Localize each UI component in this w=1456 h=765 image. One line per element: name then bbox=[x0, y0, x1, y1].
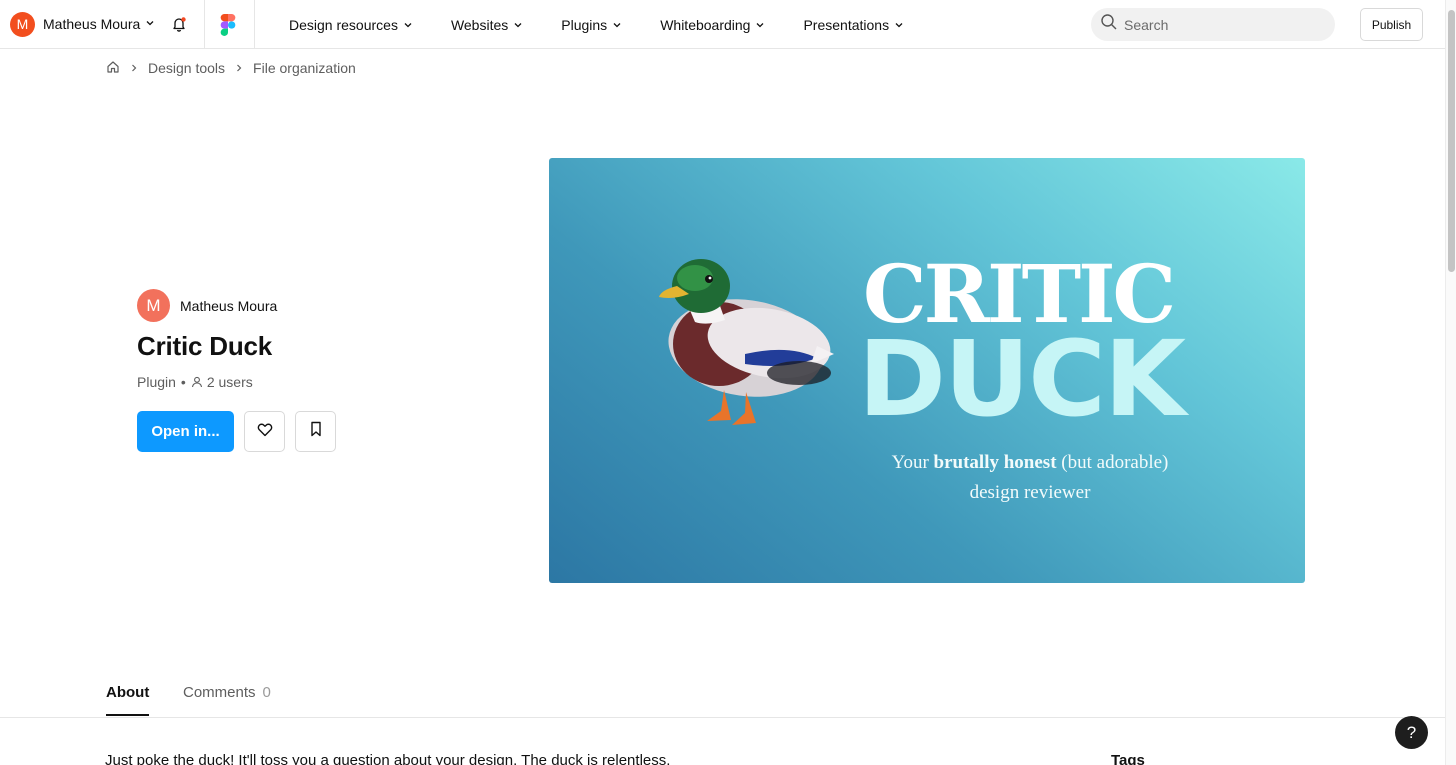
tags-heading: Tags bbox=[1111, 752, 1145, 765]
author-avatar: M bbox=[137, 289, 170, 322]
author-name: Matheus Moura bbox=[180, 297, 278, 314]
heart-icon bbox=[257, 422, 273, 442]
resource-meta: Plugin • 2 users bbox=[137, 374, 253, 390]
chevron-down-icon bbox=[894, 17, 904, 33]
tab-comments[interactable]: Comments 0 bbox=[183, 684, 271, 701]
nav-divider bbox=[254, 0, 255, 49]
account-avatar: M bbox=[10, 11, 35, 37]
nav-plugins[interactable]: Plugins bbox=[561, 17, 622, 33]
hero-cover-image: CRITIC DUCK Your brutally honest (but ad… bbox=[549, 158, 1305, 583]
bell-icon[interactable] bbox=[168, 13, 190, 35]
nav-label: Plugins bbox=[561, 16, 608, 33]
author-link[interactable]: M Matheus Moura bbox=[137, 289, 277, 322]
open-in-button[interactable]: Open in... bbox=[137, 411, 234, 452]
bookmark-button[interactable] bbox=[295, 411, 336, 452]
bookmark-icon bbox=[310, 421, 322, 442]
nav-whiteboarding[interactable]: Whiteboarding bbox=[660, 17, 765, 33]
breadcrumb: Design tools File organization bbox=[106, 59, 356, 77]
scrollbar-thumb[interactable] bbox=[1448, 10, 1455, 272]
about-description: Just poke the duck! It'll toss you a que… bbox=[105, 752, 671, 765]
nav-label: Websites bbox=[450, 16, 509, 33]
nav-divider bbox=[204, 0, 205, 49]
nav-label: Design resources bbox=[289, 16, 398, 33]
search-bar[interactable] bbox=[1091, 8, 1335, 41]
chevron-right-icon bbox=[235, 63, 243, 73]
chevron-down-icon bbox=[755, 17, 765, 33]
search-input[interactable] bbox=[1124, 16, 1324, 33]
breadcrumb-file-organization[interactable]: File organization bbox=[253, 60, 356, 76]
comments-count: 0 bbox=[262, 684, 271, 701]
meta-separator: • bbox=[180, 374, 186, 390]
user-count: 2 users bbox=[206, 374, 253, 390]
resource-tabs: About Comments 0 bbox=[0, 677, 1445, 718]
tagline-part: (but adorable) bbox=[1056, 452, 1169, 473]
hero-title-duck: DUCK bbox=[858, 318, 1186, 440]
search-icon bbox=[1100, 13, 1118, 36]
chevron-right-icon bbox=[130, 63, 138, 73]
home-icon[interactable] bbox=[106, 60, 120, 77]
like-button[interactable] bbox=[244, 411, 285, 452]
chevron-down-icon bbox=[612, 17, 622, 33]
page-scrollbar[interactable] bbox=[1445, 0, 1456, 765]
nav-presentations[interactable]: Presentations bbox=[803, 17, 904, 33]
chevron-down-icon bbox=[145, 15, 155, 33]
main-nav: Design resources Websites Plugins Whiteb… bbox=[289, 0, 904, 49]
user-icon bbox=[191, 376, 203, 388]
figma-logo[interactable] bbox=[220, 14, 236, 36]
tagline-part: Your bbox=[891, 452, 934, 473]
nav-label: Presentations bbox=[803, 16, 890, 33]
chevron-down-icon bbox=[513, 17, 523, 33]
account-switcher[interactable]: M Matheus Moura bbox=[10, 11, 155, 37]
account-name: Matheus Moura bbox=[43, 16, 141, 32]
resource-type: Plugin bbox=[137, 374, 176, 390]
tab-label: Comments bbox=[183, 684, 256, 701]
breadcrumb-design-tools[interactable]: Design tools bbox=[148, 60, 225, 76]
nav-design-resources[interactable]: Design resources bbox=[289, 17, 413, 33]
resource-title: Critic Duck bbox=[137, 331, 273, 361]
chevron-down-icon bbox=[403, 17, 413, 33]
tab-about[interactable]: About bbox=[106, 684, 150, 716]
tagline-line2: design reviewer bbox=[969, 482, 1091, 503]
nav-label: Whiteboarding bbox=[660, 16, 751, 33]
publish-button[interactable]: Publish bbox=[1360, 8, 1423, 41]
top-navigation-bar: M Matheus Moura Design resources Website… bbox=[0, 0, 1445, 49]
help-button[interactable]: ? bbox=[1395, 716, 1428, 749]
hero-tagline: Your brutally honest (but adorable) desi… bbox=[860, 448, 1200, 508]
tagline-bold: brutally honest bbox=[933, 452, 1057, 473]
nav-websites[interactable]: Websites bbox=[451, 17, 523, 33]
